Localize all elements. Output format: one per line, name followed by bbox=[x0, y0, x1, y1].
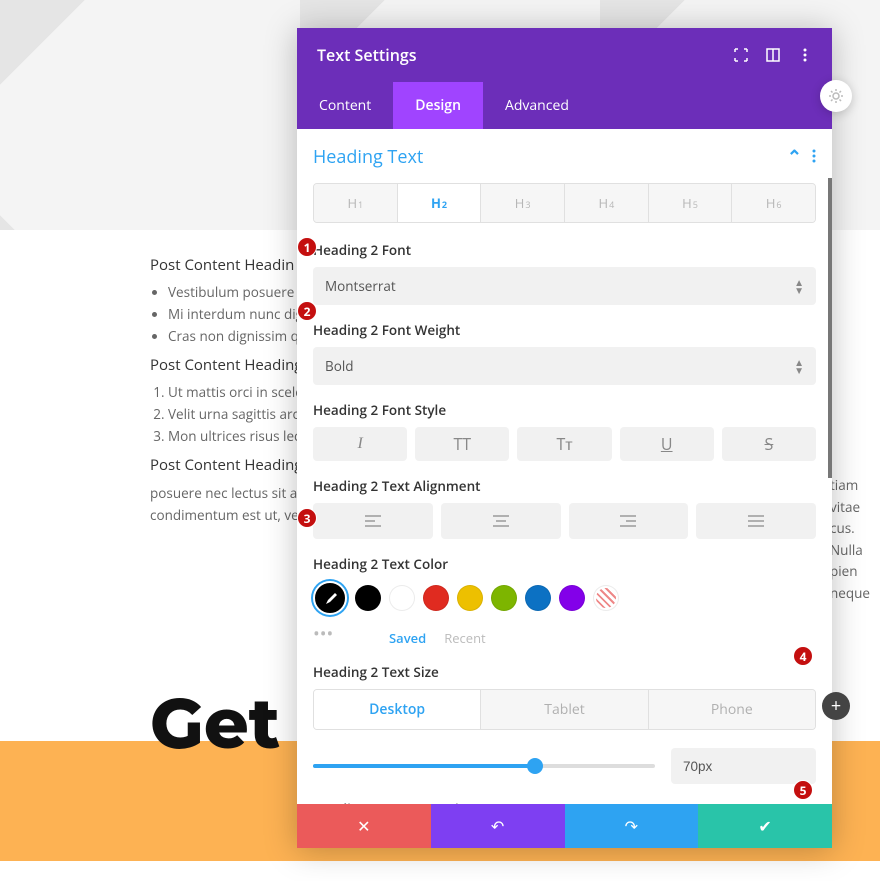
color-swatch-black[interactable] bbox=[355, 585, 381, 611]
device-tabs: Desktop Tablet Phone bbox=[313, 689, 816, 730]
annotation-5: 5 bbox=[793, 780, 813, 800]
panel-title: Text Settings bbox=[317, 44, 417, 66]
saved-colors-tab[interactable]: Saved bbox=[389, 629, 426, 647]
overflow-text: tiam vitae cus. Nulla pien neque bbox=[830, 475, 880, 605]
color-picker-button[interactable] bbox=[313, 581, 347, 615]
collapse-icon[interactable]: ⌃ bbox=[787, 145, 802, 169]
align-justify-button[interactable] bbox=[696, 503, 816, 539]
weight-select-value: Bold bbox=[325, 357, 354, 375]
underline-button[interactable]: U bbox=[620, 427, 714, 461]
annotation-1: 1 bbox=[297, 237, 317, 257]
annotation-4: 4 bbox=[793, 646, 813, 666]
htab-h6[interactable]: H6 bbox=[732, 184, 815, 222]
label-style: Heading 2 Font Style bbox=[313, 401, 816, 419]
color-swatches bbox=[313, 581, 816, 615]
color-swatch-blue[interactable] bbox=[525, 585, 551, 611]
text-size-slider[interactable] bbox=[313, 764, 655, 768]
scrollbar[interactable] bbox=[828, 178, 832, 478]
color-swatch-red[interactable] bbox=[423, 585, 449, 611]
font-select[interactable]: Montserrat ▲▼ bbox=[313, 267, 816, 305]
color-more-icon[interactable]: ••• bbox=[313, 629, 333, 639]
device-phone-tab[interactable]: Phone bbox=[649, 690, 815, 729]
gear-icon[interactable] bbox=[820, 80, 852, 112]
select-arrows-icon: ▲▼ bbox=[794, 278, 804, 294]
uppercase-button[interactable]: TT bbox=[415, 427, 509, 461]
device-desktop-tab[interactable]: Desktop bbox=[314, 690, 481, 729]
recent-colors-tab[interactable]: Recent bbox=[444, 629, 485, 647]
htab-h2[interactable]: H2 bbox=[398, 184, 482, 222]
color-swatch-yellow[interactable] bbox=[457, 585, 483, 611]
annotation-3: 3 bbox=[297, 508, 317, 528]
htab-h5[interactable]: H5 bbox=[649, 184, 733, 222]
hero-heading: Get bbox=[150, 680, 280, 766]
label-color: Heading 2 Text Color bbox=[313, 555, 816, 573]
heading-level-tabs: H1 H2 H3 H4 H5 H6 bbox=[313, 183, 816, 223]
cancel-button[interactable]: ✕ bbox=[297, 804, 431, 848]
strikethrough-button[interactable]: S bbox=[722, 427, 816, 461]
annotation-2: 2 bbox=[297, 301, 317, 321]
alignment-buttons bbox=[313, 503, 816, 539]
section-title-label: Heading Text bbox=[313, 145, 423, 169]
smallcaps-button[interactable]: Tᴛ bbox=[517, 427, 611, 461]
label-alignment: Heading 2 Text Alignment bbox=[313, 477, 816, 495]
focus-icon[interactable] bbox=[734, 48, 748, 62]
add-button[interactable]: + bbox=[822, 692, 850, 720]
color-palette-tabs: Saved Recent bbox=[389, 629, 486, 647]
select-arrows-icon: ▲▼ bbox=[794, 358, 804, 374]
weight-select[interactable]: Bold ▲▼ bbox=[313, 347, 816, 385]
device-tablet-tab[interactable]: Tablet bbox=[481, 690, 648, 729]
design-pane: Heading Text ⌃ H1 H2 H3 H4 H5 H6 Heading… bbox=[297, 129, 832, 804]
columns-icon[interactable] bbox=[766, 48, 780, 62]
font-style-buttons: I TT Tᴛ U S bbox=[313, 427, 816, 461]
color-swatch-green[interactable] bbox=[491, 585, 517, 611]
color-swatch-white[interactable] bbox=[389, 585, 415, 611]
color-swatch-transparent[interactable] bbox=[593, 585, 619, 611]
redo-button[interactable]: ↷ bbox=[565, 804, 699, 848]
panel-header[interactable]: Text Settings bbox=[297, 28, 832, 82]
tab-design[interactable]: Design bbox=[393, 82, 483, 129]
save-button[interactable]: ✔ bbox=[698, 804, 832, 848]
font-select-value: Montserrat bbox=[325, 277, 396, 295]
tab-advanced[interactable]: Advanced bbox=[483, 82, 591, 129]
label-spacing: Heading 2 Letter Spacing bbox=[313, 800, 816, 804]
label-size: Heading 2 Text Size bbox=[313, 663, 816, 681]
htab-h3[interactable]: H3 bbox=[481, 184, 565, 222]
align-left-button[interactable] bbox=[313, 503, 433, 539]
section-more-icon[interactable] bbox=[812, 145, 816, 169]
htab-h1[interactable]: H1 bbox=[314, 184, 398, 222]
settings-panel: Text Settings Content Design Advanced He… bbox=[297, 28, 832, 848]
text-size-input[interactable] bbox=[671, 748, 816, 784]
section-heading-text[interactable]: Heading Text ⌃ bbox=[313, 145, 816, 169]
italic-button[interactable]: I bbox=[313, 427, 407, 461]
label-weight: Heading 2 Font Weight bbox=[313, 321, 816, 339]
htab-h4[interactable]: H4 bbox=[565, 184, 649, 222]
align-center-button[interactable] bbox=[441, 503, 561, 539]
panel-footer: ✕ ↶ ↷ ✔ bbox=[297, 804, 832, 848]
tab-content[interactable]: Content bbox=[297, 82, 393, 129]
undo-button[interactable]: ↶ bbox=[431, 804, 565, 848]
main-tabs: Content Design Advanced bbox=[297, 82, 832, 129]
align-right-button[interactable] bbox=[569, 503, 689, 539]
more-icon[interactable] bbox=[798, 48, 812, 62]
color-swatch-purple[interactable] bbox=[559, 585, 585, 611]
label-font: Heading 2 Font bbox=[313, 241, 816, 259]
